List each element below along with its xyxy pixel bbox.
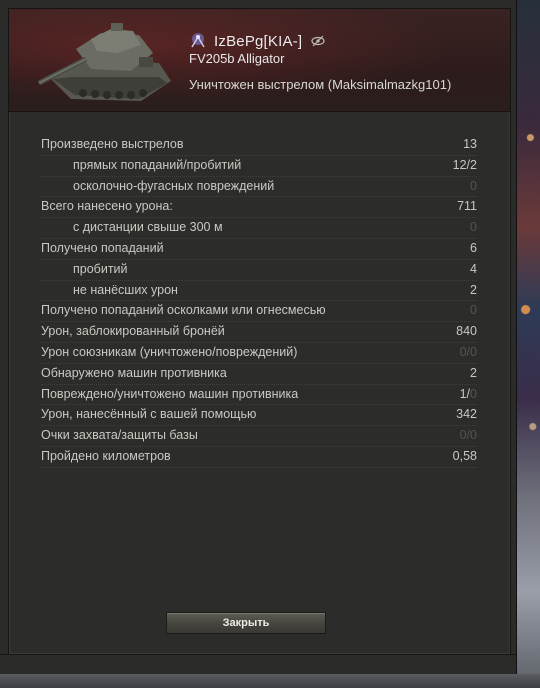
stat-row: Обнаружено машин противника 2 (41, 364, 477, 385)
close-button[interactable]: Закрыть (166, 612, 326, 634)
stat-value: 12/2 (452, 157, 477, 172)
death-status: Уничтожен выстрелом (Maksimalmazkg101) (189, 77, 452, 92)
stat-value: 2 (470, 282, 477, 297)
battle-results-window: IzBePg[KIA-] FV205b Alligator Уничтожен … (0, 0, 517, 688)
stat-value: 2 (470, 365, 477, 380)
stat-row: Получено попаданий 6 (41, 239, 477, 260)
background-bottom (0, 674, 540, 688)
stat-value: 0 (470, 303, 477, 318)
stat-row: Получено попаданий осколками или огнесме… (41, 301, 477, 323)
tank-image (37, 23, 171, 101)
stat-row: Произведено выстрелов 13 (41, 135, 477, 156)
stat-label: Произведено выстрелов (41, 137, 184, 151)
stat-value: 0 (470, 220, 477, 235)
stat-row: не нанёсших урон 2 (41, 281, 477, 302)
stat-label: с дистанции свыше 300 м (73, 220, 223, 235)
stat-value: 0 (470, 178, 477, 193)
stat-row: прямых попаданий/пробитий 12/2 (41, 156, 477, 177)
stat-value: 1/0 (460, 385, 477, 405)
stat-label: Получено попаданий осколками или огнесме… (41, 303, 326, 318)
stat-label: прямых попаданий/пробитий (73, 157, 242, 172)
stat-row: с дистанции свыше 300 м 0 (41, 218, 477, 239)
stat-value-dim: 0 (470, 386, 477, 401)
stat-label: Урон, нанесённый с вашей помощью (41, 407, 257, 422)
hidden-eye-icon (311, 35, 325, 47)
stat-row: Всего нанесено урона: 711 (41, 197, 477, 219)
clan-emblem-icon (191, 33, 205, 48)
stat-label: Получено попаданий (41, 240, 164, 255)
stat-value: 13 (463, 137, 477, 151)
stat-label: Пройдено километров (41, 448, 171, 463)
player-header: IzBePg[KIA-] FV205b Alligator Уничтожен … (9, 9, 510, 112)
stat-value: 4 (470, 261, 477, 276)
stat-label: пробитий (73, 261, 128, 276)
vehicle-name: FV205b Alligator (189, 51, 285, 66)
stat-value: 6 (470, 240, 477, 255)
stat-value: 840 (456, 324, 477, 339)
stat-row: Повреждено/уничтожено машин противника 1… (41, 385, 477, 406)
stat-row: осколочно-фугасных повреждений 0 (41, 177, 477, 198)
stat-row: Урон, заблокированный бронёй 840 (41, 322, 477, 343)
stat-label: Очки захвата/защиты базы (41, 428, 198, 443)
stat-row: Очки захвата/защиты базы 0/0 (41, 426, 477, 447)
window-footer (0, 654, 516, 675)
stat-label: Обнаружено машин противника (41, 365, 227, 380)
stat-value: 711 (457, 199, 477, 214)
stat-value-main: 1/ (459, 386, 471, 401)
stat-label: осколочно-фугасных повреждений (73, 178, 275, 193)
stat-label: Всего нанесено урона: (41, 199, 173, 214)
stat-label: Повреждено/уничтожено машин противника (41, 386, 299, 401)
stat-row: пробитий 4 (41, 260, 477, 281)
player-name: IzBePg[KIA-] (214, 33, 303, 50)
stat-row: Урон союзникам (уничтожено/повреждений) … (41, 343, 477, 364)
stat-label: не нанёсших урон (73, 282, 178, 297)
stat-row: Урон, нанесённый с вашей помощью 342 (41, 405, 477, 427)
stats-table: Произведено выстрелов 13 прямых попадани… (41, 135, 477, 468)
stat-value: 342 (456, 407, 477, 422)
stat-value: 0/0 (459, 344, 477, 359)
stat-label: Урон союзникам (уничтожено/повреждений) (41, 344, 298, 359)
stat-label: Урон, заблокированный бронёй (41, 324, 225, 339)
results-panel: IzBePg[KIA-] FV205b Alligator Уничтожен … (8, 8, 511, 655)
background-scene (516, 0, 540, 688)
stat-value: 0/0 (459, 428, 477, 443)
stat-value: 0,58 (452, 448, 477, 463)
stat-row: Пройдено километров 0,58 (41, 447, 477, 468)
